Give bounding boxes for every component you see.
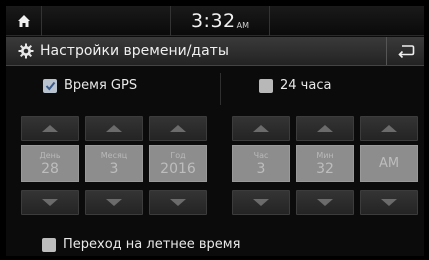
clock: 3:32 AM: [170, 6, 270, 36]
down-arrow-icon: [317, 199, 333, 206]
year-value-box: Год 2016: [149, 145, 207, 182]
hour-label: Час: [253, 150, 269, 160]
ampm-value-box: AM: [360, 145, 418, 182]
day-down-button[interactable]: [21, 190, 79, 215]
back-arrow-icon: [397, 45, 414, 58]
day-value: 28: [41, 160, 59, 177]
ampm-up-button[interactable]: [360, 116, 418, 141]
minute-value: 32: [316, 160, 334, 177]
divider: [220, 73, 221, 105]
back-button[interactable]: [386, 37, 424, 65]
day-value-box: День 28: [21, 145, 79, 182]
down-arrow-icon: [106, 199, 122, 206]
month-label: Месяц: [100, 150, 128, 160]
down-arrow-icon: [253, 199, 269, 206]
minute-label: Мин: [316, 150, 334, 160]
down-arrow-icon: [381, 199, 397, 206]
24h-option[interactable]: 24 часа: [259, 78, 331, 93]
home-icon: [17, 15, 30, 27]
month-up-button[interactable]: [85, 116, 143, 141]
year-down-button[interactable]: [149, 190, 207, 215]
ampm-value: AM: [378, 155, 400, 171]
clock-time: 3:32: [190, 10, 236, 32]
gear-icon: [18, 43, 34, 59]
hour-down-button[interactable]: [232, 190, 290, 215]
month-value-box: Месяц 3: [85, 145, 143, 182]
hour-up-button[interactable]: [232, 116, 290, 141]
month-value: 3: [109, 160, 119, 177]
minute-up-button[interactable]: [296, 116, 354, 141]
down-arrow-icon: [170, 199, 186, 206]
up-arrow-icon: [253, 125, 269, 132]
month-down-button[interactable]: [85, 190, 143, 215]
hour-value: 3: [256, 160, 266, 177]
status-bar: 3:32 AM: [6, 6, 424, 36]
hour-value-box: Час 3: [232, 145, 290, 182]
up-arrow-icon: [42, 125, 58, 132]
24h-checkbox[interactable]: [259, 78, 273, 93]
dst-label: Переход на летнее время: [63, 237, 241, 252]
gps-time-checkbox[interactable]: [43, 78, 57, 93]
ampm-down-button[interactable]: [360, 190, 418, 215]
dst-checkbox[interactable]: [42, 237, 56, 252]
checkmark-icon: [45, 81, 55, 91]
options-row: Время GPS 24 часа: [6, 67, 424, 107]
day-up-button[interactable]: [21, 116, 79, 141]
year-value: 2016: [160, 160, 196, 177]
year-label: Год: [170, 150, 186, 160]
up-arrow-icon: [106, 125, 122, 132]
page-title: Настройки времени/даты: [40, 43, 229, 59]
home-button[interactable]: [6, 6, 42, 36]
year-up-button[interactable]: [149, 116, 207, 141]
up-arrow-icon: [381, 125, 397, 132]
clock-ampm: AM: [236, 20, 250, 30]
dst-option[interactable]: Переход на летнее время: [42, 237, 240, 252]
day-label: День: [39, 150, 61, 160]
up-arrow-icon: [317, 125, 333, 132]
down-arrow-icon: [42, 199, 58, 206]
minute-down-button[interactable]: [296, 190, 354, 215]
minute-value-box: Мин 32: [296, 145, 354, 182]
gps-time-option[interactable]: Время GPS: [43, 78, 137, 93]
24h-label: 24 часа: [280, 78, 332, 93]
up-arrow-icon: [170, 125, 186, 132]
gps-time-label: Время GPS: [64, 78, 138, 93]
title-bar: Настройки времени/даты: [6, 37, 424, 66]
